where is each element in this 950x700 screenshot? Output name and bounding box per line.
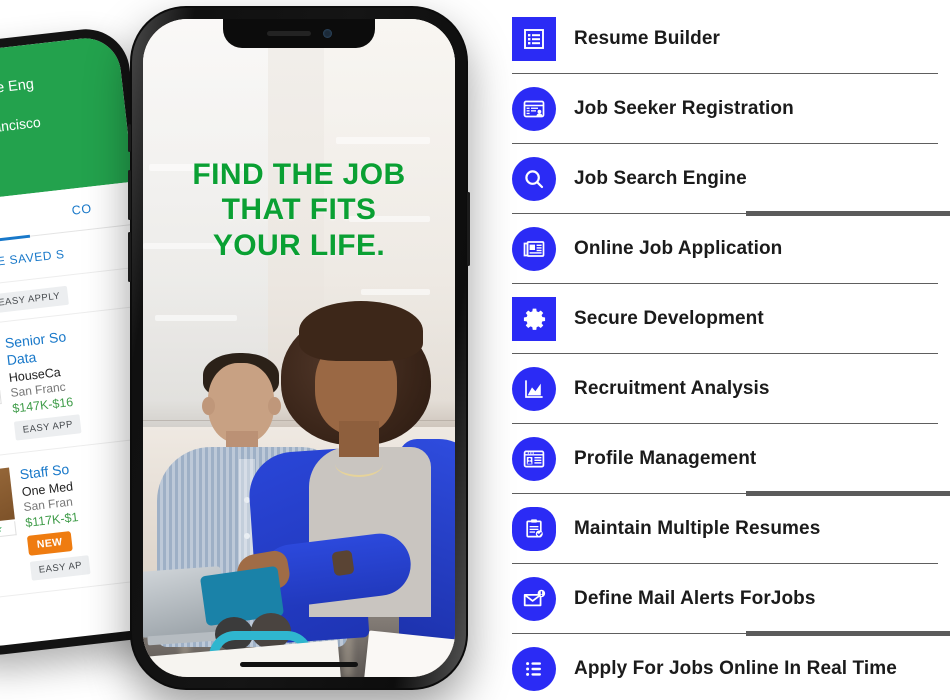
hero-headline: FIND THE JOB THAT FITS YOUR LIFE. (143, 157, 455, 263)
feature-item-secure-development[interactable]: Secure Development (500, 284, 950, 354)
easy-apply-badge: EASY AP (29, 555, 92, 581)
dots-wood-logo (0, 467, 15, 526)
chart-area-icon (512, 367, 556, 411)
easy-apply-badge: EASY APPLY (0, 285, 70, 314)
earpiece-speaker (266, 31, 311, 36)
front-phone-screen: FIND THE JOB THAT FITS YOUR LIFE. (143, 19, 455, 677)
job-app-search-query[interactable]: Software Eng (0, 76, 35, 102)
feature-item-maintain-multiple-resumes[interactable]: Maintain Multiple Resumes (500, 494, 950, 564)
job-badges: EASY APP (13, 414, 82, 441)
feature-label: Recruitment Analysis (574, 378, 770, 399)
home-indicator[interactable] (240, 662, 358, 667)
job-info: Senior So Data HouseCa San Franc $147K-$… (4, 328, 82, 441)
job-rating: 4.5 ★ (0, 390, 2, 410)
papers-right (361, 630, 455, 677)
star-icon: ★ (0, 523, 4, 536)
feature-label: Job Seeker Registration (574, 98, 794, 119)
job-app-search-row: Software Eng (0, 66, 108, 108)
easy-apply-badge: EASY APP (13, 414, 82, 441)
feature-label: Online Job Application (574, 238, 783, 259)
feature-item-job-seeker-registration[interactable]: Job Seeker Registration (500, 74, 950, 144)
bulleted-list-icon (512, 647, 556, 691)
feature-item-define-mail-alerts[interactable]: Define Mail Alerts ForJobs (500, 564, 950, 636)
search-icon (512, 157, 556, 201)
page-root: Software Eng San Francisco JOBS CO + CRE… (0, 0, 950, 700)
job-rating: 3.4 ★ (0, 521, 17, 541)
front-phone-device: FIND THE JOB THAT FITS YOUR LIFE. (128, 6, 470, 690)
feature-item-online-job-application[interactable]: Online Job Application (500, 214, 950, 284)
registration-card-icon (512, 87, 556, 131)
hero-photo: FIND THE JOB THAT FITS YOUR LIFE. (143, 19, 455, 677)
headline-line-3: YOUR LIFE. (212, 228, 386, 262)
job-info: Staff So One Med San Fran $117K-$1 NEW E… (19, 460, 92, 581)
feature-label: Secure Development (574, 308, 764, 329)
clipboard-check-icon (512, 507, 556, 551)
list-document-icon (512, 17, 556, 61)
feature-label: Resume Builder (574, 28, 721, 49)
headline-line-1: FIND THE JOB (192, 158, 406, 191)
mail-alert-icon (512, 577, 556, 621)
job-app-location-row: San Francisco (0, 104, 113, 146)
gear-icon (512, 297, 556, 341)
feature-label: Profile Management (574, 448, 757, 469)
power-button[interactable] (467, 192, 470, 266)
id-card-icon (512, 437, 556, 481)
feature-item-recruitment-analysis[interactable]: Recruitment Analysis (500, 354, 950, 424)
headline-line-2: THAT FITS (221, 193, 377, 227)
feature-item-profile-management[interactable]: Profile Management (500, 424, 950, 496)
create-saved-search-label: CREATE SAVED S (0, 246, 66, 274)
feature-list: Resume Builder Job Seeker Registration J… (500, 0, 950, 700)
volume-down-button[interactable] (128, 232, 131, 282)
mute-switch[interactable] (128, 124, 131, 152)
job-app-location[interactable]: San Francisco (0, 114, 41, 140)
feature-label: Define Mail Alerts ForJobs (574, 588, 816, 609)
job-logo-block: 3.4 ★ (0, 467, 22, 588)
feature-item-job-search-engine[interactable]: Job Search Engine (500, 144, 950, 216)
volume-up-button[interactable] (128, 170, 131, 220)
job-app-header: Software Eng San Francisco (0, 34, 134, 207)
front-camera-icon (322, 29, 332, 38)
notch (223, 19, 375, 48)
desk-props (143, 319, 455, 677)
newspaper-icon (512, 227, 556, 271)
feature-item-apply-for-jobs-online[interactable]: Apply For Jobs Online In Real Time (500, 634, 950, 700)
new-badge: NEW (26, 531, 73, 556)
feature-label: Maintain Multiple Resumes (574, 518, 821, 539)
feature-item-resume-builder[interactable]: Resume Builder (500, 4, 950, 74)
phone-mockups: Software Eng San Francisco JOBS CO + CRE… (0, 0, 500, 700)
job-badges: NEW EASY AP (26, 529, 92, 581)
feature-label: Apply For Jobs Online In Real Time (574, 658, 897, 679)
feature-label: Job Search Engine (574, 168, 747, 189)
